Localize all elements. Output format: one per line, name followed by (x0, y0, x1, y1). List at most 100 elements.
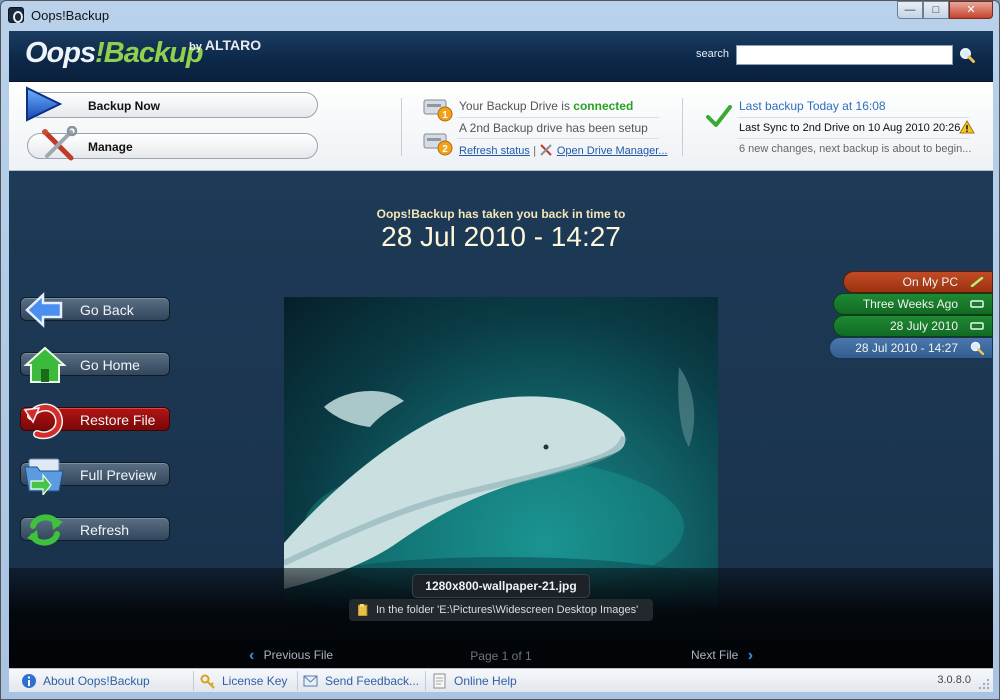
page-indicator: Page 1 of 1 (470, 649, 532, 663)
timeline-on-my-pc[interactable]: On My PC (843, 271, 993, 293)
next-file-label: Next File (691, 648, 739, 662)
license-key-label: License Key (222, 674, 288, 688)
previous-file-button[interactable]: ‹ Previous File (249, 647, 333, 665)
timeline-current-snapshot[interactable]: 28 Jul 2010 - 14:27 (829, 337, 993, 359)
search-icon[interactable] (959, 47, 975, 63)
resize-grip-icon[interactable] (978, 678, 990, 690)
timeline-28-july-2010[interactable]: 28 July 2010 (833, 315, 993, 337)
pencil-icon (970, 277, 984, 287)
refresh-button[interactable]: Refresh (20, 514, 170, 546)
folder-icon (358, 604, 368, 616)
drive-status-text: Your Backup Drive is connected (459, 99, 633, 113)
folder-path-text: In the folder 'E:\Pictures\Widescreen De… (376, 604, 639, 616)
last-sync-text: Last Sync to 2nd Drive on 10 Aug 2010 20… (739, 122, 961, 134)
timeline-label: On My PC (902, 275, 958, 289)
time-travel-headline: Oops!Backup has taken you back in time t… (376, 207, 626, 221)
last-backup-text: Last backup Today at 16:08 (739, 99, 886, 113)
info-icon (22, 674, 36, 688)
time-travel-view: Oops!Backup has taken you back in time t… (9, 171, 993, 668)
brand-by: by (189, 41, 202, 53)
svg-text:2: 2 (442, 144, 448, 155)
app-window: Oops!Backup — □ ✕ Oops!Backup by ALTARO … (0, 0, 1000, 700)
manage-label: Manage (88, 140, 133, 154)
backup-now-label: Backup Now (88, 99, 161, 113)
previous-file-label: Previous File (263, 648, 334, 662)
collapse-icon (970, 300, 984, 308)
drive-2-icon: 2 (423, 133, 453, 156)
drive-1-icon: 1 (423, 99, 453, 122)
chevron-right-icon: › (747, 647, 754, 664)
collapse-icon (970, 322, 984, 330)
drive-connected-status: connected (573, 99, 634, 113)
status-separator (193, 671, 194, 691)
search-label: search (696, 48, 730, 60)
status-separator (425, 671, 426, 691)
svg-text:1: 1 (442, 110, 448, 121)
send-feedback-label: Send Feedback... (325, 674, 420, 688)
timeline-label: 28 Jul 2010 - 14:27 (855, 341, 958, 355)
window-controls: — □ ✕ (897, 1, 993, 19)
drive-links: Refresh status | Open Drive Manager... (459, 143, 667, 157)
status-divider (457, 138, 659, 139)
full-preview-button[interactable]: Full Preview (20, 458, 170, 495)
file-name-label: 1280x800-wallpaper-21.jpg (412, 574, 590, 598)
restore-arrow-icon (23, 403, 63, 440)
search-input[interactable] (736, 45, 953, 65)
timeline-label: Three Weeks Ago (862, 297, 958, 311)
back-arrow-icon (25, 292, 63, 328)
maximize-button[interactable]: □ (923, 1, 949, 19)
backup-now-button[interactable]: Backup Now (27, 92, 318, 118)
drive-status-prefix: Your Backup Drive is (459, 99, 570, 113)
go-back-button[interactable]: Go Back (20, 292, 170, 328)
status-divider (737, 138, 969, 139)
logo-text: Oops (25, 37, 96, 69)
feedback-icon (303, 675, 318, 687)
toolbar-separator (401, 98, 402, 156)
version-label: 3.0.8.0 (937, 674, 971, 686)
app-logo: Oops!Backup (25, 37, 204, 70)
status-divider (737, 117, 969, 118)
link-separator: | (533, 145, 537, 157)
minimize-button[interactable]: — (897, 1, 923, 19)
go-home-button[interactable]: Go Home (20, 346, 170, 383)
help-document-icon (433, 673, 446, 689)
timeline-label: 28 July 2010 (889, 319, 958, 333)
open-drive-manager-link[interactable]: Open Drive Manager... (557, 145, 668, 157)
timeline-three-weeks-ago[interactable]: Three Weeks Ago (833, 293, 993, 315)
go-home-label: Go Home (80, 357, 140, 373)
restore-file-button[interactable]: Restore File (20, 403, 170, 440)
status-separator (297, 671, 298, 691)
time-travel-date: 28 Jul 2010 - 14:27 (381, 221, 621, 252)
brand-logo: by ALTARO (189, 37, 261, 53)
folder-path: In the folder 'E:\Pictures\Widescreen De… (349, 599, 653, 621)
refresh-status-link[interactable]: Refresh status (459, 145, 530, 157)
second-drive-text: A 2nd Backup drive has been setup (459, 121, 648, 135)
toolbar: Backup Now Manage 1 Your Backup Drive is… (9, 82, 993, 171)
refresh-label: Refresh (80, 522, 130, 538)
tools-icon (42, 126, 78, 161)
toolbar-separator (682, 98, 683, 156)
logo-bang: ! (95, 37, 105, 69)
online-help-label: Online Help (454, 674, 517, 688)
go-back-label: Go Back (80, 302, 134, 318)
next-file-button[interactable]: Next File › (691, 647, 753, 665)
key-icon (200, 674, 215, 689)
magnifier-icon (970, 341, 984, 355)
close-button[interactable]: ✕ (949, 1, 993, 19)
app-icon (8, 7, 24, 23)
home-icon (23, 346, 67, 383)
preview-folder-icon (24, 458, 64, 495)
logo-text-backup: Backup (103, 37, 204, 69)
status-divider (457, 117, 659, 118)
brand-name: ALTARO (204, 37, 262, 53)
changes-text: 6 new changes, next backup is about to b… (739, 143, 972, 155)
play-icon (26, 86, 62, 122)
status-bar: About Oops!Backup License Key Send Feedb… (9, 668, 993, 692)
app-header: Oops!Backup by ALTARO search (9, 31, 993, 82)
drive-manager-icon (540, 144, 553, 156)
check-icon (706, 105, 732, 127)
about-label: About Oops!Backup (43, 674, 150, 688)
restore-file-label: Restore File (80, 412, 156, 428)
chevron-left-icon: ‹ (249, 647, 255, 664)
window-title: Oops!Backup (31, 8, 110, 23)
